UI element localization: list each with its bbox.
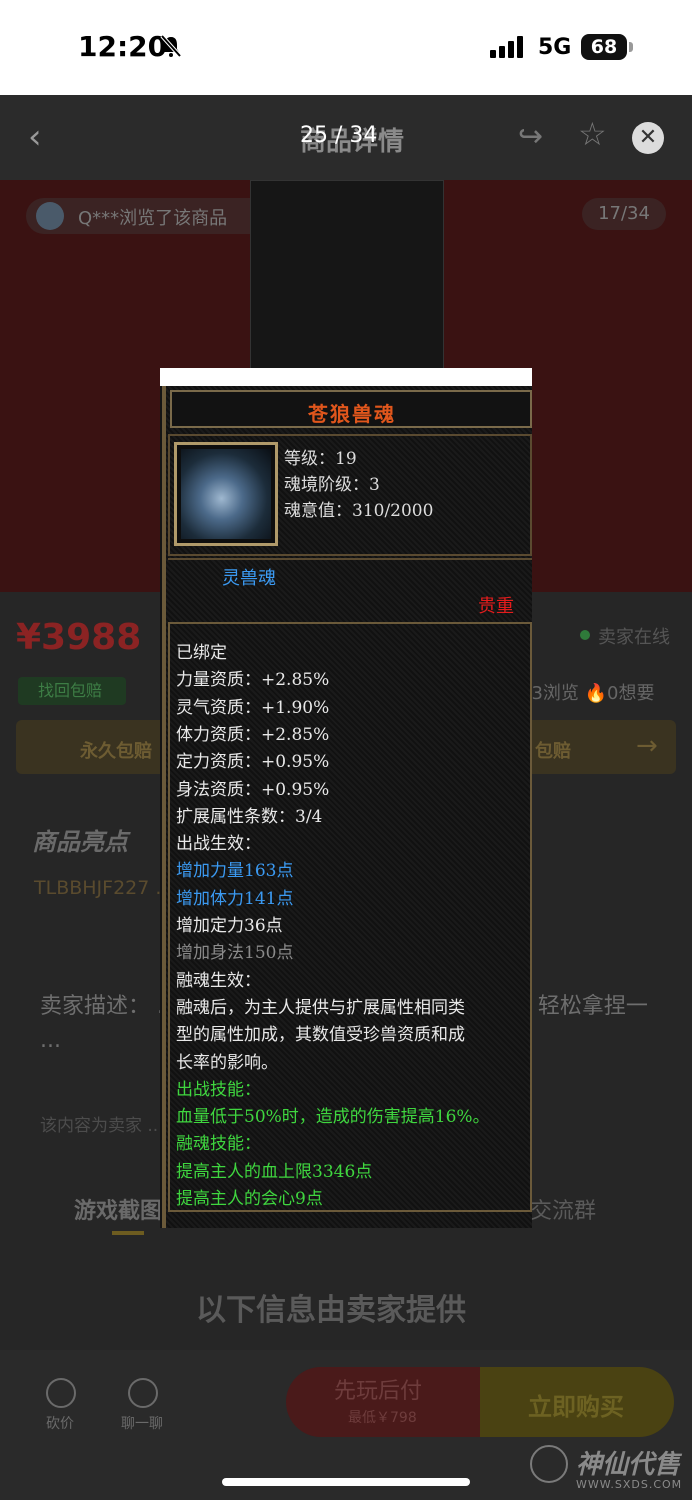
avatar — [36, 202, 64, 230]
item-soul-stage: 魂境阶级：3 — [284, 475, 380, 495]
share-icon[interactable]: ↪ — [518, 119, 543, 154]
item-rarity: 贵重 — [478, 596, 514, 617]
online-dot-icon — [580, 630, 590, 640]
attribute-line: 融魂生效： — [176, 970, 261, 991]
seller-info-heading: 以下信息由卖家提供 — [196, 1293, 466, 1328]
signal-icon — [490, 36, 523, 58]
item-portrait-frame — [174, 442, 278, 546]
attribute-line: 长率的影响。 — [176, 1052, 278, 1073]
attribute-line: 融魂后，为主人提供与扩展属性相同类 — [176, 997, 465, 1018]
tab-underline — [112, 1231, 144, 1235]
attribute-line: 出战生效： — [176, 834, 261, 855]
network-type: 5G — [538, 35, 572, 60]
attribute-line: 增加定力36点 — [176, 916, 283, 936]
attribute-line: 定力资质：+0.95% — [176, 752, 330, 773]
buy-now-label: 立即购买 — [528, 1393, 624, 1421]
viewer-text: Q***浏览了该商品 — [78, 208, 228, 229]
status-bar: 12:20 5G 68 — [0, 0, 692, 95]
highlights-title: 商品亮点 — [32, 828, 128, 856]
tab-game-screenshots[interactable]: 游戏截图 — [74, 1193, 162, 1225]
item-tooltip-image: 苍狼兽魂 等级：19 魂境阶级：3 魂意值：310/2000 灵兽魂 贵重 已绑… — [160, 368, 532, 1228]
back-icon[interactable]: ‹ — [28, 117, 42, 157]
bargain-icon[interactable] — [46, 1378, 76, 1408]
attribute-line: 扩展属性条数：3/4 — [176, 806, 323, 827]
attribute-line: 增加体力141点 — [176, 888, 294, 909]
watermark-logo-icon — [530, 1445, 568, 1483]
guarantee-bar-right: 包赔 — [535, 741, 571, 762]
watermark-url: WWW.SXDS.COM — [576, 1478, 683, 1491]
favorite-star-icon[interactable]: ☆ — [578, 115, 607, 153]
banner-counter: 17/34 — [582, 198, 666, 230]
banner-screenshot — [250, 180, 444, 370]
home-indicator[interactable] — [222, 1478, 470, 1486]
attribute-line: 提高主人的血上限3346点 — [176, 1161, 373, 1182]
play-first-sub: 最低￥798 — [348, 1410, 417, 1426]
attribute-line: 血量低于50%时，造成的伤害提高16%。 — [176, 1107, 490, 1128]
play-first-label: 先玩后付 — [334, 1379, 423, 1404]
guarantee-bar-left: 永久包赔 — [80, 741, 152, 762]
seller-status: 卖家在线 — [598, 627, 670, 648]
item-title-bar: 苍狼兽魂 — [170, 390, 532, 428]
attribute-line: 融魂技能： — [176, 1134, 261, 1155]
attribute-line: 提高主人的会心9点 — [176, 1189, 323, 1209]
wolf-portrait-icon — [181, 449, 271, 539]
attribute-line: 增加力量163点 — [176, 861, 294, 882]
attribute-line: 出战技能： — [176, 1079, 261, 1100]
item-name: 苍狼兽魂 — [308, 402, 396, 426]
item-soul-value: 魂意值：310/2000 — [284, 501, 434, 521]
guarantee-tag: 找回包赔 — [18, 677, 126, 705]
attribute-line: 增加身法150点 — [176, 943, 294, 964]
chat-icon[interactable] — [128, 1378, 158, 1408]
price: ¥3988 — [16, 617, 142, 658]
attribute-line: 力量资质：+2.85% — [176, 670, 330, 691]
attribute-line: 灵气资质：+1.90% — [176, 697, 330, 718]
view-count: 93浏览 🔥0想要 — [520, 683, 655, 704]
image-top-edge — [160, 368, 532, 386]
close-icon[interactable]: ✕ — [632, 122, 664, 154]
attribute-line: 型的属性加成，其数值受珍兽资质和成 — [176, 1025, 465, 1046]
item-type: 灵兽魂 — [222, 568, 276, 589]
content-note: 该内容为卖家 ... — [40, 1116, 164, 1136]
mute-bell-icon — [160, 34, 182, 58]
battery-tip — [629, 42, 633, 52]
attribute-line: 体力资质：+2.85% — [176, 724, 330, 745]
chat-label: 聊一聊 — [121, 1416, 163, 1432]
status-time: 12:20 — [78, 30, 168, 63]
attribute-line: 已绑定 — [176, 643, 227, 663]
tab-chat-group[interactable]: 交流群 — [530, 1193, 596, 1225]
bargain-label: 砍价 — [46, 1416, 74, 1432]
battery-icon: 68 — [581, 34, 627, 60]
arrow-right-icon: → — [636, 731, 658, 761]
item-level: 等级：19 — [284, 449, 357, 469]
watermark-name: 神仙代售 — [576, 1450, 681, 1480]
attribute-line: 身法资质：+0.95% — [176, 779, 330, 800]
image-counter: 25 / 34 — [300, 123, 378, 148]
